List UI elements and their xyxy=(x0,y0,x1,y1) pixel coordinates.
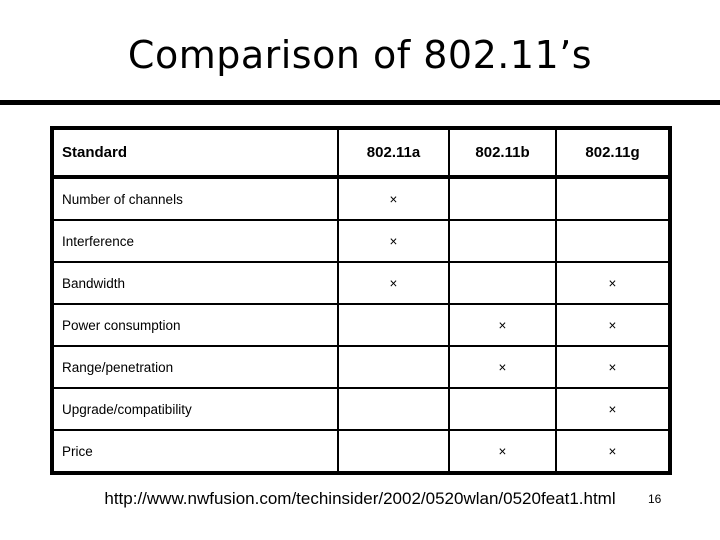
row-label: Interference xyxy=(52,219,339,263)
cell-80211b xyxy=(448,219,557,263)
column-header-80211b: 802.11b xyxy=(448,128,557,179)
table-row: Power consumption × × xyxy=(52,303,670,347)
cell-80211g: × xyxy=(555,345,670,389)
cell-80211a xyxy=(337,303,450,347)
table-row: Range/penetration × × xyxy=(52,345,670,389)
cell-80211b: × xyxy=(448,303,557,347)
cell-80211a xyxy=(337,387,450,431)
row-label: Upgrade/compatibility xyxy=(52,387,339,431)
cell-80211a xyxy=(337,345,450,389)
column-header-80211g: 802.11g xyxy=(555,128,670,179)
row-label: Number of channels xyxy=(52,176,339,221)
cell-80211b: × xyxy=(448,345,557,389)
cell-80211g xyxy=(555,176,670,221)
page-title: Comparison of 802.11’s xyxy=(127,33,593,77)
row-label: Bandwidth xyxy=(52,261,339,305)
cell-80211g: × xyxy=(555,303,670,347)
cell-80211b xyxy=(448,387,557,431)
table-body: Number of channels × Interference × Band… xyxy=(52,176,670,473)
table-header-row: Standard 802.11a 802.11b 802.11g xyxy=(52,128,670,179)
cell-80211a: × xyxy=(337,176,450,221)
cell-80211g: × xyxy=(555,429,670,473)
cell-80211a: × xyxy=(337,219,450,263)
table-row: Bandwidth × × xyxy=(52,261,670,305)
table-row: Upgrade/compatibility × xyxy=(52,387,670,431)
table-header: Standard 802.11a 802.11b 802.11g xyxy=(52,128,670,179)
row-label: Price xyxy=(52,429,339,473)
cell-80211b xyxy=(448,261,557,305)
cell-80211g: × xyxy=(555,387,670,431)
table-row: Number of channels × xyxy=(52,176,670,221)
row-label: Power consumption xyxy=(52,303,339,347)
comparison-table: Standard 802.11a 802.11b 802.11g Number … xyxy=(50,126,672,475)
cell-80211a: × xyxy=(337,261,450,305)
title-divider xyxy=(0,100,720,105)
table-row: Interference × xyxy=(52,219,670,263)
cell-80211b xyxy=(448,176,557,221)
page-number: 16 xyxy=(648,492,662,506)
cell-80211g: × xyxy=(555,261,670,305)
column-header-standard: Standard xyxy=(52,128,339,179)
cell-80211g xyxy=(555,219,670,263)
row-label: Range/penetration xyxy=(52,345,339,389)
column-header-80211a: 802.11a xyxy=(337,128,450,179)
source-url: http://www.nwfusion.com/techinsider/2002… xyxy=(104,489,616,508)
cell-80211a xyxy=(337,429,450,473)
table-row: Price × × xyxy=(52,429,670,473)
cell-80211b: × xyxy=(448,429,557,473)
slide: Comparison of 802.11’s Standard 802.11a … xyxy=(0,0,720,540)
comparison-table-container: Standard 802.11a 802.11b 802.11g Number … xyxy=(50,126,672,475)
